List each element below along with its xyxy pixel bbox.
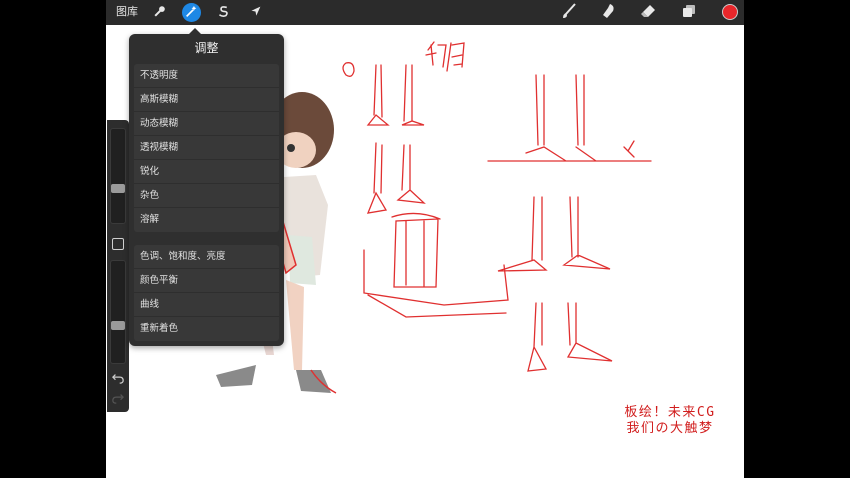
layers-icon bbox=[681, 3, 697, 23]
arrow-cursor-icon bbox=[249, 3, 262, 22]
eraser-icon bbox=[640, 3, 656, 23]
smudge-tool[interactable] bbox=[599, 3, 616, 23]
magic-wand-icon bbox=[185, 3, 198, 22]
watermark-line-1: 板绘！未来CG bbox=[624, 405, 716, 420]
menu-item-sharpen[interactable]: 锐化 bbox=[134, 160, 279, 184]
menu-item-opacity[interactable]: 不透明度 bbox=[134, 64, 279, 88]
smudge-finger-icon bbox=[600, 3, 616, 23]
layers-tool[interactable] bbox=[680, 4, 697, 21]
selection-button[interactable] bbox=[214, 3, 233, 22]
menu-item-gaussian-blur[interactable]: 高斯模糊 bbox=[134, 88, 279, 112]
menu-item-color-balance[interactable]: 颜色平衡 bbox=[134, 269, 279, 293]
modify-square-icon[interactable] bbox=[112, 238, 124, 250]
wrench-icon bbox=[153, 3, 166, 22]
redo-icon[interactable] bbox=[111, 392, 125, 406]
brush-size-thumb[interactable] bbox=[111, 184, 125, 193]
brush-tool[interactable] bbox=[560, 2, 577, 23]
brush-size-slider[interactable] bbox=[110, 128, 126, 224]
adjustments-menu: 调整 不透明度 高斯模糊 动态模糊 透视模糊 锐化 杂色 溶解 色调、饱和度、亮… bbox=[129, 28, 284, 346]
opacity-thumb[interactable] bbox=[111, 321, 125, 330]
menu-item-hue-saturation-brightness[interactable]: 色调、饱和度、亮度 bbox=[134, 245, 279, 269]
brush-icon bbox=[561, 2, 577, 23]
undo-icon[interactable] bbox=[111, 372, 125, 386]
watermark-line-2: 我们の大触梦 bbox=[626, 421, 714, 436]
menu-item-perspective-blur[interactable]: 透视模糊 bbox=[134, 136, 279, 160]
menu-item-liquify[interactable]: 溶解 bbox=[134, 208, 279, 232]
left-sidebar bbox=[107, 120, 129, 412]
selection-s-icon bbox=[217, 3, 230, 22]
color-picker-button[interactable] bbox=[722, 4, 738, 20]
transform-button[interactable] bbox=[246, 3, 265, 22]
color-adjust-group: 色调、饱和度、亮度 颜色平衡 曲线 重新着色 bbox=[134, 245, 279, 341]
opacity-slider[interactable] bbox=[110, 260, 126, 364]
blur-effects-group: 不透明度 高斯模糊 动态模糊 透视模糊 锐化 杂色 溶解 bbox=[134, 64, 279, 232]
menu-item-motion-blur[interactable]: 动态模糊 bbox=[134, 112, 279, 136]
menu-item-noise[interactable]: 杂色 bbox=[134, 184, 279, 208]
watermark-text: 板绘！未来CG 我们の大触梦 bbox=[600, 405, 740, 437]
eraser-tool[interactable] bbox=[639, 4, 656, 21]
top-toolbar: 图库 bbox=[106, 0, 744, 25]
menu-item-recolor[interactable]: 重新着色 bbox=[134, 317, 279, 341]
popover-caret bbox=[189, 28, 201, 34]
leg-sketches bbox=[342, 41, 652, 372]
adjustments-button[interactable] bbox=[182, 3, 201, 22]
adjustments-title: 调整 bbox=[194, 41, 219, 55]
gallery-button[interactable]: 图库 bbox=[116, 4, 138, 20]
actions-button[interactable] bbox=[150, 3, 169, 22]
menu-item-curves[interactable]: 曲线 bbox=[134, 293, 279, 317]
